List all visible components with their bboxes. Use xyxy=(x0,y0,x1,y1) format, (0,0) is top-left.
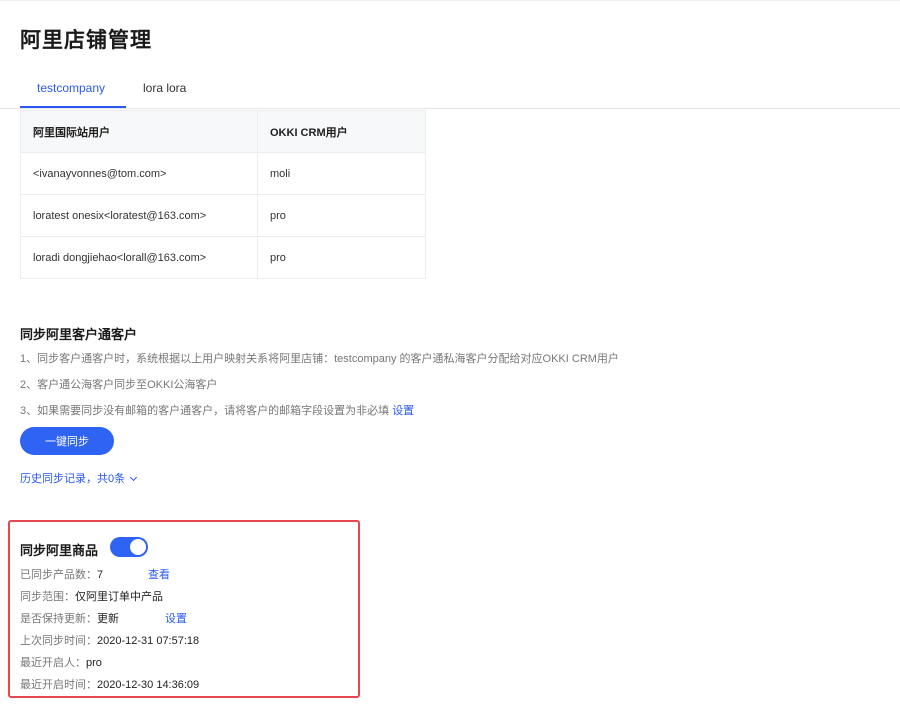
sync-rule-3: 3、如果需要同步没有邮箱的客户通客户，请将客户的邮箱字段设置为非必填 设置 xyxy=(20,402,414,418)
last-sync-row: 上次同步时间：2020-12-31 07:57:18 xyxy=(20,632,199,648)
last-sync-value: 2020-12-31 07:57:18 xyxy=(97,635,200,647)
table-row: loradi dongjiehao<lorall@163.com> pro xyxy=(20,236,426,279)
tab-lora-lora[interactable]: lora lora xyxy=(143,81,186,95)
keep-update-row: 是否保持更新：更新 xyxy=(20,610,119,626)
sync-scope-label: 同步范围： xyxy=(20,591,75,603)
recent-enabler-value: pro xyxy=(86,657,102,669)
recent-enable-time-value: 2020-12-30 14:36:09 xyxy=(97,679,200,691)
product-sync-toggle[interactable] xyxy=(110,537,148,557)
product-sync-title: 同步阿里商品 xyxy=(20,543,99,558)
table-header-row: 阿里国际站用户 OKKI CRM用户 xyxy=(20,110,426,153)
sync-rule-3-text: 3、如果需要同步没有邮箱的客户通客户，请将客户的邮箱字段设置为非必填 xyxy=(20,405,390,417)
recent-enabler-label: 最近开启人： xyxy=(20,657,86,669)
top-divider xyxy=(0,0,900,1)
synced-count-value: 7 xyxy=(97,569,104,581)
chevron-down-icon xyxy=(130,473,138,482)
recent-enabler-row: 最近开启人：pro xyxy=(20,654,102,670)
last-sync-label: 上次同步时间： xyxy=(20,635,97,647)
tab-testcompany[interactable]: testcompany xyxy=(37,81,105,95)
sync-rule-2: 2、客户通公海客户同步至OKKI公海客户 xyxy=(20,379,218,391)
customer-sync-title: 同步阿里客户通客户 xyxy=(20,327,138,342)
one-click-sync-button[interactable]: 一键同步 xyxy=(20,427,114,455)
keep-update-label: 是否保持更新： xyxy=(20,613,97,625)
okki-user-cell: pro xyxy=(257,236,426,279)
alibaba-user-cell: loratest onesix<loratest@163.com> xyxy=(20,194,258,237)
alibaba-user-cell: <ivanayvonnes@tom.com> xyxy=(20,152,258,195)
store-tabs: testcompany lora lora xyxy=(0,78,900,109)
sync-history-toggle[interactable]: 历史同步记录，共0条 xyxy=(20,470,138,486)
synced-count-row: 已同步产品数：7 xyxy=(20,566,103,582)
page-title: 阿里店铺管理 xyxy=(20,29,152,52)
header-okki-user: OKKI CRM用户 xyxy=(257,110,426,153)
sync-scope-value: 仅阿里订单中产品 xyxy=(75,591,163,603)
sync-rule-1: 1、同步客户通客户时，系统根据以上用户映射关系将阿里店铺：testcompany… xyxy=(20,353,619,365)
update-settings-link[interactable]: 设置 xyxy=(165,610,187,626)
okki-user-cell: pro xyxy=(257,194,426,237)
synced-count-label: 已同步产品数： xyxy=(20,569,97,581)
email-field-settings-link[interactable]: 设置 xyxy=(392,405,414,417)
table-row: loratest onesix<loratest@163.com> pro xyxy=(20,194,426,237)
sync-scope-row: 同步范围：仅阿里订单中产品 xyxy=(20,588,163,604)
recent-enable-time-row: 最近开启时间：2020-12-30 14:36:09 xyxy=(20,676,199,692)
active-tab-indicator xyxy=(20,106,126,108)
toggle-knob xyxy=(130,539,146,555)
recent-enable-time-label: 最近开启时间： xyxy=(20,679,97,691)
alibaba-user-cell: loradi dongjiehao<lorall@163.com> xyxy=(20,236,258,279)
header-alibaba-user: 阿里国际站用户 xyxy=(20,110,258,153)
keep-update-value: 更新 xyxy=(97,613,119,625)
okki-user-cell: moli xyxy=(257,152,426,195)
sync-history-label: 历史同步记录，共0条 xyxy=(20,473,126,485)
user-mapping-table: 阿里国际站用户 OKKI CRM用户 <ivanayvonnes@tom.com… xyxy=(20,110,426,279)
table-row: <ivanayvonnes@tom.com> moli xyxy=(20,152,426,195)
view-products-link[interactable]: 查看 xyxy=(148,566,170,582)
